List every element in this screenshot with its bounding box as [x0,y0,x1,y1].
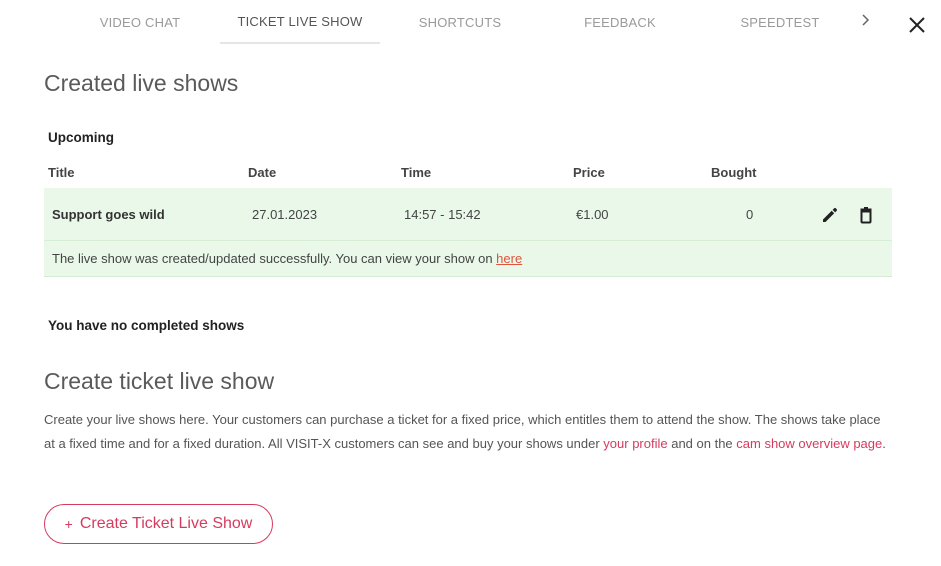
show-time: 14:57 - 15:42 [404,207,481,222]
column-time: Time [401,165,432,180]
show-title: Support goes wild [52,207,165,222]
column-price: Price [573,165,605,180]
success-message: The live show was created/updated succes… [52,251,522,266]
success-message-text: The live show was created/updated succes… [52,251,497,266]
create-show-description: Create your live shows here. Your custom… [44,408,894,456]
pencil-icon[interactable] [820,205,840,225]
column-date: Date [248,165,277,180]
description-text: and on the [667,436,737,451]
tab-bar: VIDEO CHAT TICKET LIVE SHOW SHORTCUTS FE… [60,0,860,44]
table-row: Support goes wild 27.01.2023 14:57 - 15:… [44,188,892,241]
show-bought: 0 [746,207,754,222]
completed-shows-empty: You have no completed shows [48,318,245,333]
create-button-label: Create Ticket Live Show [79,515,253,532]
tab-speedtest[interactable]: SPEEDTEST [700,0,860,44]
column-title: Title [48,165,75,180]
chevron-right-icon[interactable] [858,10,874,30]
column-bought: Bought [711,165,757,180]
cam-show-overview-link[interactable]: cam show overview page [736,436,882,451]
description-text: . [882,436,886,451]
create-show-heading: Create ticket live show [44,368,275,394]
your-profile-link[interactable]: your profile [603,436,667,451]
upcoming-label: Upcoming [48,130,114,145]
close-icon[interactable] [906,14,928,36]
view-show-link[interactable]: here [496,251,522,266]
tab-feedback[interactable]: FEEDBACK [540,0,700,44]
created-shows-heading: Created live shows [44,70,239,96]
show-price: €1.00 [576,207,609,222]
show-date: 27.01.2023 [252,207,318,222]
create-ticket-live-show-button[interactable]: + Create Ticket Live Show [44,504,273,544]
table-header: Title Date Time Price Bought [44,165,892,183]
tab-video-chat[interactable]: VIDEO CHAT [60,0,220,44]
plus-icon: + [64,516,73,532]
tab-shortcuts[interactable]: SHORTCUTS [380,0,540,44]
tab-ticket-live-show[interactable]: TICKET LIVE SHOW [220,0,380,44]
upcoming-show-entry: Support goes wild 27.01.2023 14:57 - 15:… [44,188,892,277]
trash-icon[interactable] [856,205,876,225]
